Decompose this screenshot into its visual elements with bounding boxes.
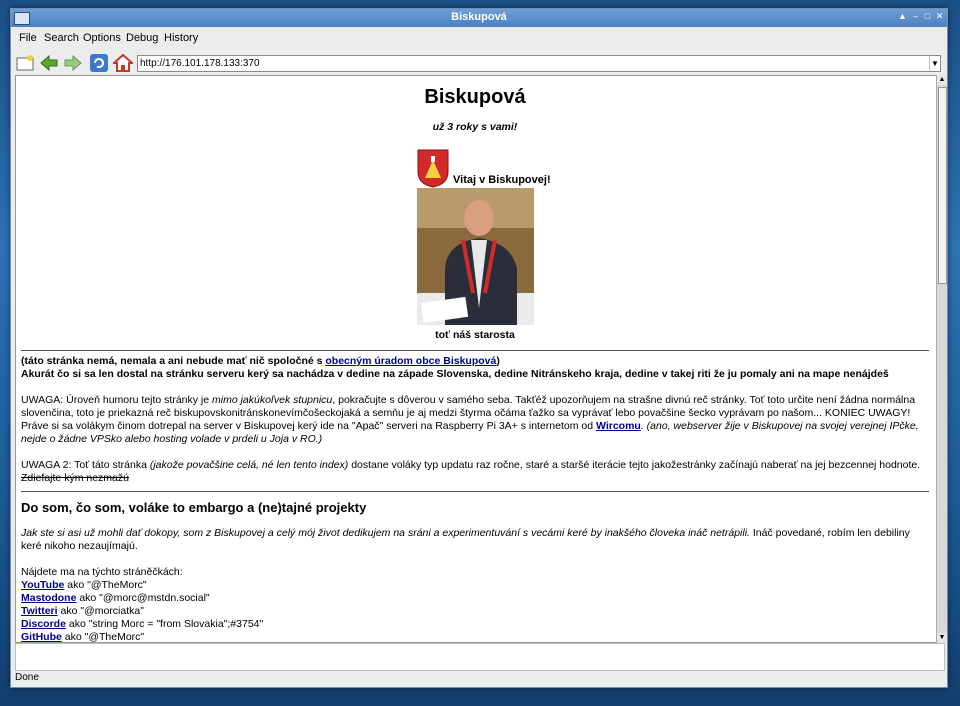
menu-options[interactable]: Options <box>83 32 121 44</box>
status-text: Done <box>15 672 39 683</box>
close-icon[interactable]: ✕ <box>934 11 945 22</box>
disclaimer: (táto stránka nemá, nemala a ani nebude … <box>21 355 500 367</box>
intro-text: Jak ste si asi už mohli dať dokopy, som … <box>21 527 910 552</box>
menu-debug[interactable]: Debug <box>126 32 158 44</box>
page-content[interactable]: Biskupová už 3 roky s vami! Vitaj v Bisk… <box>15 75 937 643</box>
toolbar: http://176.101.178.133:370 ▼ <box>11 51 947 75</box>
new-page-icon[interactable] <box>15 53 35 73</box>
menu-bar: File Search Options Debug History <box>11 29 947 49</box>
divider-1 <box>21 350 929 351</box>
server-location-text: Akurát čo si sa len dostal na stránku se… <box>21 368 889 380</box>
social-youtube: YouTube ako "@TheMorc" <box>21 579 147 591</box>
coat-of-arms-icon <box>417 149 449 188</box>
twitter-link[interactable]: Twitteri <box>21 605 58 617</box>
mayor-photo <box>416 188 534 325</box>
scroll-up-icon[interactable]: ▲ <box>937 75 947 85</box>
find-me-text: Nájdete ma na týchto stráněčkách: <box>21 566 183 578</box>
github-link[interactable]: GitHube <box>21 631 62 642</box>
menu-search[interactable]: Search <box>44 32 79 44</box>
divider-2 <box>21 491 929 492</box>
maximize-icon[interactable]: □ <box>922 11 933 22</box>
browser-window: Biskupová ▲ – □ ✕ File Search Options De… <box>10 8 948 688</box>
scroll-down-icon[interactable]: ▼ <box>937 633 947 643</box>
social-github: GitHube ako "@TheMorc" <box>21 631 145 643</box>
page-heading: Biskupová <box>424 86 526 108</box>
social-mastodon: Mastodone ako "@morc@mstdn.social" <box>21 592 210 604</box>
warning-1: UWAGA: Úroveň humoru tejto stránky je mi… <box>21 394 916 419</box>
scroll-thumb[interactable] <box>938 87 947 284</box>
find-bar[interactable] <box>15 643 945 671</box>
title-bar[interactable]: Biskupová ▲ – □ ✕ <box>11 9 947 27</box>
menu-file[interactable]: File <box>19 32 37 44</box>
status-bar: Done <box>11 671 947 685</box>
home-icon[interactable] <box>113 53 133 73</box>
forward-icon[interactable] <box>63 53 83 73</box>
warning-2: UWAGA 2: Toť táto stránka (jakože povačš… <box>21 459 921 484</box>
tagline: už 3 roky s vami! <box>432 121 518 133</box>
welcome-text: Vitaj v Biskupovej! <box>453 174 551 186</box>
mastodon-link[interactable]: Mastodone <box>21 592 76 604</box>
social-discord: Discorde ako "string Morc = "from Slovak… <box>21 618 264 630</box>
welcome-block: Vitaj v Biskupovej! <box>21 148 929 188</box>
url-text: http://176.101.178.133:370 <box>140 58 260 69</box>
url-input[interactable]: http://176.101.178.133:370 ▼ <box>137 55 941 72</box>
discord-link[interactable]: Discorde <box>21 618 66 630</box>
menu-history[interactable]: History <box>164 32 198 44</box>
url-dropdown-icon[interactable]: ▼ <box>929 56 940 71</box>
municipal-office-link[interactable]: obecným úradom obce Biskupová <box>325 355 496 367</box>
section-heading: Do som, čo som, voláke to embargo a (ne)… <box>21 500 367 515</box>
social-twitter: Twitteri ako "@morciatka" <box>21 605 144 617</box>
photo-caption: toť náš starosta <box>435 329 515 341</box>
window-title: Biskupová <box>451 11 507 23</box>
reload-icon[interactable] <box>89 53 109 73</box>
back-icon[interactable] <box>39 53 59 73</box>
server-info: Práve si sa volákym činom dotrepal na se… <box>21 420 919 445</box>
vertical-scrollbar[interactable]: ▲ ▼ <box>936 75 947 643</box>
minimize-icon[interactable]: – <box>910 11 921 22</box>
wircom-link[interactable]: Wircomu <box>596 420 641 432</box>
page-body: Biskupová už 3 roky s vami! Vitaj v Bisk… <box>21 76 929 643</box>
pin-icon[interactable]: ▲ <box>897 11 908 22</box>
youtube-link[interactable]: YouTube <box>21 579 64 591</box>
